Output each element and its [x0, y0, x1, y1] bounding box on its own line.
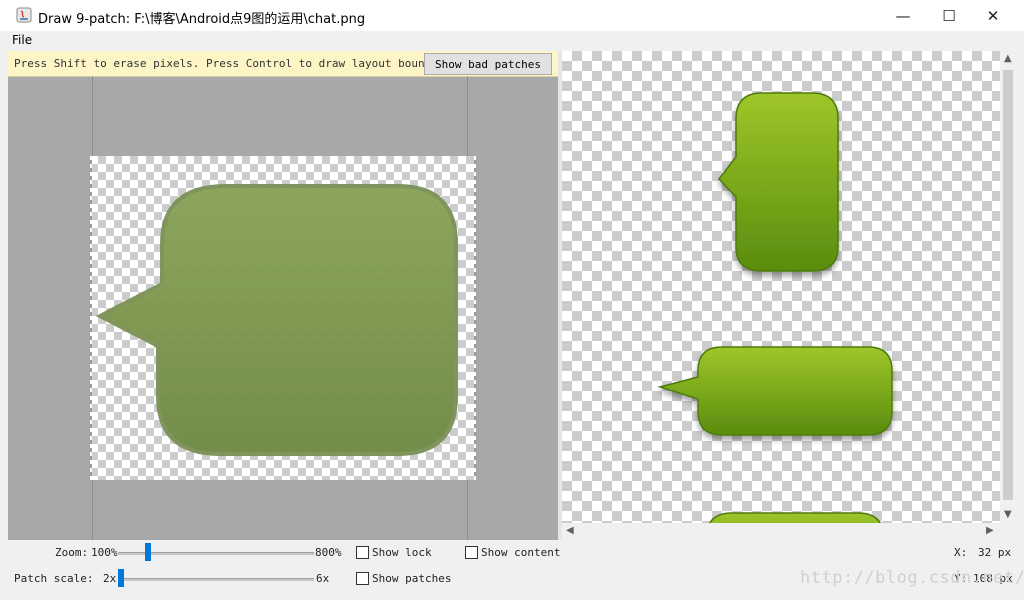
patch-scale-max-label: 6x [316, 572, 330, 585]
hint-bar: Press Shift to erase pixels. Press Contr… [8, 51, 558, 77]
zoom-label: Zoom: [55, 546, 89, 559]
vertical-scroll-thumb[interactable] [1003, 70, 1013, 500]
title-bar: Draw 9-patch: F:\博客\Android点9图的运用\chat.p… [0, 0, 1024, 31]
zoom-max-label: 800% [315, 546, 342, 559]
show-bad-patches-button[interactable]: Show bad patches [424, 53, 552, 75]
hint-text: Press Shift to erase pixels. Press Contr… [14, 57, 438, 70]
java-app-icon [16, 7, 32, 23]
show-lock-checkbox[interactable] [356, 546, 369, 559]
window-title: Draw 9-patch: F:\博客\Android点9图的运用\chat.p… [38, 12, 366, 27]
x-coord-value: 32 px [978, 546, 1012, 559]
watermark: http://blog.csdn.net/ [800, 568, 1024, 588]
scroll-right-icon[interactable]: ▶ [986, 525, 994, 536]
show-patches-checkbox[interactable] [356, 572, 369, 585]
scroll-down-icon[interactable]: ▼ [1004, 509, 1012, 520]
minimize-button[interactable]: — [880, 0, 926, 31]
preview-bubble-wide [657, 346, 893, 436]
right-patch-marker[interactable] [474, 156, 476, 480]
show-lock-label[interactable]: Show lock [372, 546, 432, 559]
preview-bubble-tall [718, 92, 839, 272]
horizontal-scrollbar[interactable]: ◀ ▶ [562, 523, 1000, 540]
preview-panel [562, 51, 1000, 523]
show-content-label[interactable]: Show content [481, 546, 560, 559]
editor-canvas-image[interactable] [90, 156, 474, 480]
zoom-slider-thumb[interactable] [144, 543, 151, 561]
zoom-min-label: 100% [91, 546, 118, 559]
menu-file[interactable]: File [12, 33, 32, 47]
patch-scale-slider-thumb[interactable] [118, 569, 124, 587]
scroll-up-icon[interactable]: ▲ [1004, 53, 1012, 64]
maximize-button[interactable]: ☐ [926, 0, 972, 31]
patch-scale-slider-track[interactable] [118, 578, 314, 581]
x-coord-label: X: [954, 546, 968, 559]
patch-scale-label: Patch scale: [14, 572, 94, 585]
preview-bubble-partial [708, 512, 882, 523]
show-content-checkbox[interactable] [465, 546, 478, 559]
preview-bubbles [657, 92, 893, 523]
scroll-left-icon[interactable]: ◀ [566, 525, 574, 536]
patch-scale-min-label: 2x [103, 572, 117, 585]
menu-bar: File [8, 31, 1016, 51]
patch-editor-panel[interactable]: Press Shift to erase pixels. Press Contr… [8, 51, 558, 540]
editor-bubble-graphic [95, 184, 458, 456]
show-patches-label[interactable]: Show patches [372, 572, 451, 585]
left-patch-marker[interactable] [90, 156, 92, 480]
close-button[interactable]: ✕ [970, 0, 1016, 31]
